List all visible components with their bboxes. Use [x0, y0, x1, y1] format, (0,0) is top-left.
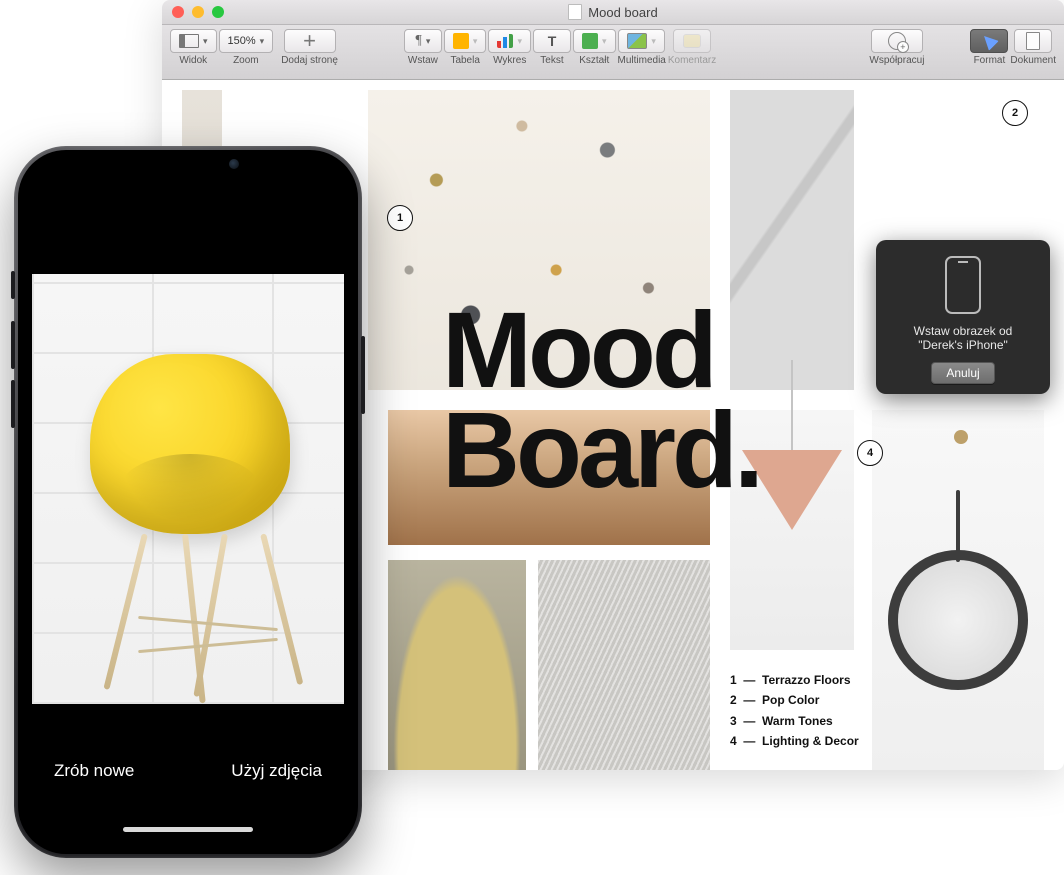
insert-label: Wstaw [408, 55, 438, 66]
chevron-down-icon: ▾ [473, 36, 478, 47]
chevron-down-icon: ▾ [651, 36, 656, 47]
home-indicator[interactable] [123, 827, 253, 832]
zoom-label: Zoom [233, 55, 259, 66]
shape-icon [582, 33, 598, 49]
image-couch[interactable] [388, 560, 526, 770]
paragraph-icon: ¶ [415, 33, 421, 49]
view-icon [179, 34, 199, 48]
marker-4[interactable]: 4 [857, 440, 883, 466]
collaborate-label: Współpracuj [869, 55, 924, 66]
legend-row: 2 — Pop Color [730, 690, 859, 710]
view-button[interactable]: ▾ [170, 29, 217, 53]
doc-heading[interactable]: Mood Board. [442, 300, 760, 501]
image-fur[interactable] [538, 560, 710, 770]
retake-button[interactable]: Zrób nowe [54, 761, 134, 781]
marker-2[interactable]: 2 [1002, 100, 1028, 126]
side-button[interactable] [361, 336, 365, 414]
text-icon: T [548, 33, 557, 49]
popover-text-line2: "Derek's iPhone" [886, 338, 1040, 352]
zoom-button[interactable]: 150% ▾ [219, 29, 274, 53]
shape-button[interactable]: ▾ [573, 29, 616, 53]
chevron-down-icon: ▾ [602, 36, 607, 47]
continuity-camera-popover: Wstaw obrazek od "Derek's iPhone" Anuluj [876, 240, 1050, 394]
comment-button [673, 29, 711, 53]
mirror-icon [888, 550, 1028, 690]
collaborate-button[interactable] [871, 29, 923, 53]
document-icon [1026, 32, 1040, 50]
chevron-down-icon: ▾ [426, 36, 431, 47]
iphone-screen: Zrób nowe Użyj zdjęcia [32, 164, 344, 840]
text-button[interactable]: T [533, 29, 571, 53]
legend-row: 1 — Terrazzo Floors [730, 670, 859, 690]
notch [103, 150, 273, 178]
chair-leg [103, 533, 148, 690]
add-page-button[interactable]: + [284, 29, 336, 53]
mirror-hook-icon [954, 430, 968, 444]
collaborate-icon [888, 32, 906, 50]
window-titlebar[interactable]: Mood board [162, 0, 1064, 25]
plus-icon: + [303, 34, 316, 48]
iphone-outline-icon [945, 256, 981, 314]
cancel-button[interactable]: Anuluj [931, 362, 994, 384]
document-label: Dokument [1010, 55, 1056, 66]
text-label: Tekst [540, 55, 563, 66]
format-label: Format [974, 55, 1006, 66]
media-label: Multimedia [618, 55, 666, 66]
traffic-lights [162, 6, 224, 18]
toolbar: ▾ Widok 150% ▾ Zoom + Dodaj stronę [162, 25, 1064, 80]
volume-down-button[interactable] [11, 380, 15, 428]
chart-icon [497, 34, 513, 48]
view-label: Widok [179, 55, 207, 66]
legend-row: 3 — Warm Tones [730, 711, 859, 731]
marker-1[interactable]: 1 [387, 205, 413, 231]
chair-leg [193, 533, 228, 697]
chair-leg [260, 533, 303, 685]
comment-icon [683, 34, 701, 48]
chevron-down-icon: ▾ [260, 36, 265, 47]
table-icon [453, 33, 469, 49]
volume-up-button[interactable] [11, 321, 15, 369]
legend-row: 4 — Lighting & Decor [730, 731, 859, 751]
yellow-chair [72, 344, 332, 704]
table-button[interactable]: ▾ [444, 29, 487, 53]
chair-seat [90, 354, 290, 534]
document-icon [568, 4, 582, 20]
doc-heading-line2: Board. [442, 389, 760, 510]
document-button[interactable] [1014, 29, 1052, 53]
use-photo-button[interactable]: Użyj zdjęcia [231, 761, 322, 781]
window-title-text: Mood board [588, 5, 657, 20]
format-button[interactable] [970, 29, 1008, 53]
format-icon [980, 31, 1000, 51]
add-page-label: Dodaj stronę [281, 55, 338, 66]
insert-button[interactable]: ¶ ▾ [404, 29, 442, 53]
iphone-device: Zrób nowe Użyj zdjęcia [14, 146, 362, 858]
image-mirror[interactable] [872, 410, 1044, 770]
shape-label: Kształt [579, 55, 609, 66]
camera-bottom-bar: Zrób nowe Użyj zdjęcia [32, 720, 344, 840]
camera-viewfinder[interactable] [32, 274, 344, 704]
legend[interactable]: 1 — Terrazzo Floors 2 — Pop Color 3 — Wa… [730, 670, 859, 752]
table-label: Tabela [450, 55, 479, 66]
popover-text-line1: Wstaw obrazek od [886, 324, 1040, 338]
chart-button[interactable]: ▾ [488, 29, 531, 53]
window-title: Mood board [162, 4, 1064, 20]
media-button[interactable]: ▾ [618, 29, 665, 53]
fullscreen-icon[interactable] [212, 6, 224, 18]
media-icon [627, 33, 647, 49]
chevron-down-icon: ▾ [203, 36, 208, 47]
chart-label: Wykres [493, 55, 526, 66]
close-icon[interactable] [172, 6, 184, 18]
chevron-down-icon: ▾ [517, 36, 522, 47]
zoom-value: 150% [228, 35, 256, 47]
comment-label: Komentarz [668, 55, 716, 66]
iphone-bezel: Zrób nowe Użyj zdjęcia [18, 150, 358, 854]
minimize-icon[interactable] [192, 6, 204, 18]
silence-switch[interactable] [11, 271, 15, 299]
